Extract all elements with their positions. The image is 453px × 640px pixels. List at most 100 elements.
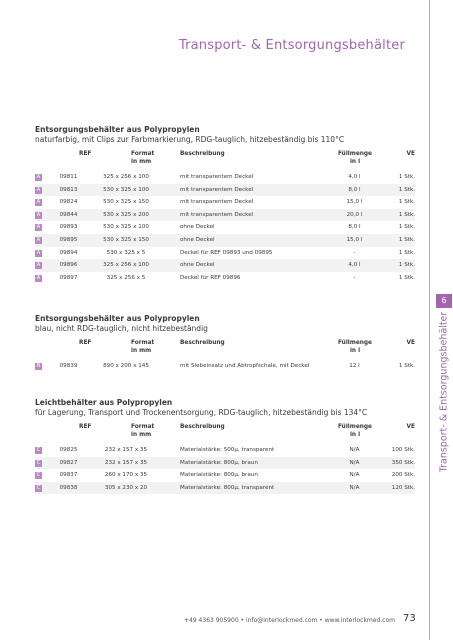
chapter-tab: 6 bbox=[436, 294, 452, 308]
table-cell: 09838 bbox=[59, 484, 78, 491]
table-cell: N/A bbox=[349, 447, 360, 453]
table-header: REF Format in mm Beschreibung Füllmenge in … bbox=[35, 424, 415, 444]
table-cell: Materialstärke: 500µ, transparent bbox=[180, 447, 275, 453]
table-cell: ohne Deckel bbox=[180, 224, 215, 231]
table-header: REF Format in mm Beschreibung Füllmenge in … bbox=[35, 340, 415, 360]
variant-badge: C bbox=[35, 459, 42, 467]
variant-badge: C bbox=[35, 447, 42, 454]
section-subtitle: für Lagerung, Transport und Trockenentso… bbox=[35, 408, 368, 417]
table-cell: 232 x 157 x 35 bbox=[104, 447, 148, 453]
footer-contact: +49 4363 905900 • info@interlockmed.com … bbox=[183, 617, 395, 624]
variant-badge: A bbox=[35, 211, 42, 219]
variant-badge: A bbox=[35, 224, 42, 232]
table-cell: 530 x 325 x 100 bbox=[103, 224, 149, 231]
variant-badge: A bbox=[35, 199, 42, 207]
table-cell: N/A bbox=[349, 484, 360, 491]
table-cell: 8,0 l bbox=[348, 186, 361, 193]
table-row: C 09838 305 x 230 x 20 Materialstärke: 800µ… bbox=[35, 481, 415, 495]
table-cell: 1 Stk. bbox=[398, 236, 415, 243]
table-cell: 1 Stk. bbox=[398, 211, 415, 218]
table-cell: 1 Stk. bbox=[398, 224, 415, 231]
column-header-ve: VE bbox=[406, 340, 415, 346]
table-cell: 350 Stk. bbox=[391, 459, 415, 466]
table-cell: 1 Stk. bbox=[398, 186, 415, 193]
variant-badge: C bbox=[35, 484, 42, 492]
column-header-format: Format in mm bbox=[131, 151, 155, 165]
table-cell: mit transparentem Deckel bbox=[180, 211, 254, 218]
table-cell: 530 x 325 x 150 bbox=[103, 199, 149, 206]
table-row: A 09813 530 x 325 x 100 mit transparentem D… bbox=[35, 183, 415, 197]
table-cell: 09827 bbox=[59, 459, 78, 466]
table-cell: 09837 bbox=[59, 472, 78, 479]
variant-badge: A bbox=[35, 236, 42, 244]
table-cell: 09839 bbox=[59, 363, 78, 369]
table-row: C 09825 232 x 157 x 35 Materialstärke: 500µ… bbox=[35, 444, 415, 457]
column-header-fill: Füllmenge in l bbox=[338, 424, 372, 438]
table-cell: 1 Stk. bbox=[398, 199, 415, 206]
column-header-desc: Beschreibung bbox=[180, 151, 225, 157]
table-cell: 09896 bbox=[59, 262, 78, 269]
column-header-format: Format in mm bbox=[131, 340, 155, 354]
table-row: C 09827 232 x 157 x 35 Materialstärke: 800µ… bbox=[35, 456, 415, 470]
table-cell: 530 x 325 x 200 bbox=[103, 211, 149, 218]
table-cell: 15,0 l bbox=[346, 236, 363, 243]
table-cell: 100 Stk. bbox=[391, 447, 415, 453]
column-header-desc: Beschreibung bbox=[180, 340, 225, 346]
table-cell: mit transparentem Deckel bbox=[180, 186, 254, 193]
table-cell: 260 x 170 x 35 bbox=[104, 472, 148, 479]
section-title: Entsorgungsbehälter aus Polypropylen bbox=[35, 125, 200, 134]
variant-badge: A bbox=[35, 249, 42, 257]
table-cell: 890 x 200 x 145 bbox=[103, 363, 149, 369]
table-cell: - bbox=[353, 249, 356, 256]
table-row: A 09893 530 x 325 x 100 ohne Deckel 8,0 l 1 S… bbox=[35, 221, 415, 234]
table-cell: 200 Stk. bbox=[391, 472, 415, 479]
table-cell: Materialstärke: 800µ, transparent bbox=[180, 484, 275, 491]
variant-badge: B bbox=[35, 363, 42, 370]
table-cell: 120 Stk. bbox=[391, 484, 415, 491]
page-title: Transport- & Entsorgungsbehälter bbox=[178, 38, 405, 53]
column-header-ref: REF bbox=[79, 151, 92, 157]
table-cell: 1 Stk. bbox=[398, 363, 415, 369]
section-a: Entsorgungsbehälter aus Polypropylen natu… bbox=[35, 125, 415, 284]
column-header-desc: Beschreibung bbox=[180, 424, 225, 430]
table-cell: 15,0 l bbox=[346, 199, 363, 206]
column-header-ve: VE bbox=[406, 424, 415, 430]
section-title: Entsorgungsbehälter aus Polypropylen bbox=[35, 314, 200, 323]
table-row: A 09844 530 x 325 x 200 mit transparentem D… bbox=[35, 208, 415, 222]
column-header-ref: REF bbox=[79, 424, 92, 430]
table-cell: 325 x 256 x 100 bbox=[103, 174, 149, 180]
side-title: Transport- & Entsorgungsbehälter bbox=[436, 312, 452, 473]
table-cell: 4,0 l bbox=[348, 174, 361, 180]
table-cell: 09824 bbox=[59, 199, 78, 206]
table-cell: Deckel für REF 09893 und 09895 bbox=[180, 249, 273, 256]
sidebar-line bbox=[429, 0, 430, 640]
table-cell: 09844 bbox=[59, 211, 78, 218]
table-cell: Materialstärke: 800µ, braun bbox=[180, 472, 258, 479]
table-cell: 09895 bbox=[59, 236, 78, 243]
table-cell: 09813 bbox=[59, 186, 78, 193]
column-header-ve: VE bbox=[406, 151, 415, 157]
table-cell: 530 x 325 x 150 bbox=[103, 236, 149, 243]
table-cell: 12 l bbox=[349, 363, 360, 369]
table-cell: 09811 bbox=[59, 174, 78, 180]
table-cell: 232 x 157 x 35 bbox=[104, 459, 148, 466]
table-cell: 305 x 230 x 20 bbox=[104, 484, 148, 491]
table-cell: mit transparentem Deckel bbox=[180, 174, 254, 180]
table-row: A 09895 530 x 325 x 150 ohne Deckel 15,0 l 1 … bbox=[35, 233, 415, 247]
page-number: 73 bbox=[403, 613, 416, 624]
table-cell: 1 Stk. bbox=[398, 274, 415, 281]
table-cell: 09893 bbox=[59, 224, 78, 231]
table-cell: 4,0 l bbox=[348, 262, 361, 269]
column-header-ref: REF bbox=[79, 340, 92, 346]
table-cell: - bbox=[353, 274, 356, 281]
table-row: A 09897 325 x 256 x 5 Deckel für REF 09896 -… bbox=[35, 272, 415, 285]
table-cell: 20,0 l bbox=[346, 211, 363, 218]
table-cell: mit transparentem Deckel bbox=[180, 199, 254, 206]
table-cell: mit Siebeinsatz und Abtropfschale, mit D… bbox=[180, 363, 310, 369]
section-subtitle: blau, nicht RDG-tauglich, nicht hitzebes… bbox=[35, 324, 208, 333]
table-cell: 530 x 325 x 100 bbox=[103, 186, 149, 193]
table-header: REF Format in mm Beschreibung Füllmenge in … bbox=[35, 151, 415, 171]
table-cell: Deckel für REF 09896 bbox=[180, 274, 241, 281]
table-cell: 8,0 l bbox=[348, 224, 361, 231]
table-cell: ohne Deckel bbox=[180, 236, 215, 243]
